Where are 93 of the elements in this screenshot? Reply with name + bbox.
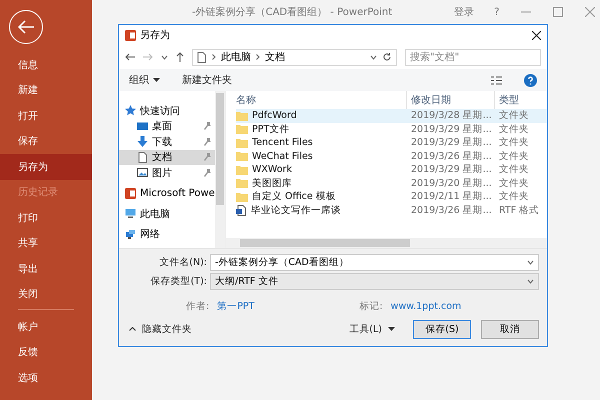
sidebar-item[interactable]: 打开 [0,103,92,128]
document-icon [236,204,247,216]
download-arrow-icon [137,136,148,148]
powerpoint-icon [125,188,136,199]
caret-up-icon [129,327,136,331]
sidebar-item[interactable]: 打印 [0,205,92,230]
dropdown-icon [370,54,377,60]
horizontal-scrollbar[interactable] [226,238,547,248]
chevron-icon [256,54,260,60]
back-arrow-icon[interactable] [125,53,135,61]
scrollbar[interactable] [215,91,225,248]
desktop-icon [137,120,148,132]
pin-icon[interactable] [204,122,211,130]
organize-button[interactable]: 组织 [129,73,160,87]
author-link[interactable]: 第一PPT [217,300,254,312]
sidebar-item[interactable]: 信息 [0,52,92,78]
sidebar-item[interactable]: 新建 [0,78,92,103]
field-label: 文件名(N): [158,256,207,269]
document-icon [196,52,207,62]
folder-icon [236,138,248,148]
sidebar-item[interactable]: 反馈 [0,340,92,365]
folder-icon [236,151,248,162]
file-row[interactable]: 美图图库 2019/3/20 星期... 文件夹 [236,176,547,190]
maximize-icon[interactable] [553,7,564,17]
view-options-icon[interactable] [491,76,502,84]
folder-icon [236,110,248,121]
network-icon [125,228,136,240]
field-label: 保存类型(T): [150,275,207,288]
nav-item[interactable]: Microsoft Powe [119,186,215,201]
nav-item[interactable]: 此电脑 [119,206,215,222]
refresh-icon[interactable] [382,52,392,62]
back-button[interactable] [9,10,43,44]
document-icon [137,152,148,163]
breadcrumb-item[interactable]: 文档 [265,50,285,64]
file-row[interactable]: 自定义 Office 模板 2019/2/11 星期... 文件夹 [236,190,547,204]
sidebar-item[interactable]: 选项 [0,365,92,390]
window-title: -外链案例分享（CAD看图组） - PowerPoint [192,6,392,19]
chevron-icon [212,54,216,60]
dropdown-icon [527,260,534,265]
nav-item[interactable]: 网络 [119,226,215,242]
file-row[interactable]: Tencent Files 2019/3/29 星期... 文件夹 [236,136,547,150]
file-row[interactable]: WXWork 2019/3/29 星期... 文件夹 [236,163,547,176]
file-row[interactable]: PdfcWord 2019/3/28 星期... 文件夹 [236,109,547,122]
pin-icon[interactable] [204,153,211,162]
up-arrow-icon[interactable] [176,52,184,62]
tools-button[interactable]: 工具(L) [349,322,395,336]
file-row[interactable]: PPT文件 2019/3/29 星期... 文件夹 [236,122,547,136]
help-button[interactable]: ? [494,6,500,18]
folder-icon [236,192,248,202]
close-icon[interactable] [532,30,541,40]
dialog-title: 另存为 [140,28,170,42]
caret-icon [153,78,160,82]
forward-arrow-icon[interactable] [143,53,153,61]
picture-icon [137,167,148,178]
dropdown-icon [161,54,168,60]
file-row[interactable]: 毕业论文写作一席谈 2019/3/26 星期... RTF 格式 [236,204,547,217]
pin-icon[interactable] [204,168,211,177]
caret-icon [388,327,395,331]
folder-icon [236,164,248,175]
field-label: 标记: [359,300,383,312]
save-button[interactable]: 保存(S) [413,320,471,338]
cancel-button[interactable]: 取消 [481,320,539,338]
nav-item[interactable]: 下载 [119,134,215,150]
back-arrow-icon [17,20,35,34]
sidebar-item[interactable]: 关闭 [0,282,92,307]
new-folder-button[interactable]: 新建文件夹 [182,73,232,87]
sign-in-link[interactable]: 登录 [454,5,474,19]
nav-item[interactable]: 快速访问 [119,103,215,118]
computer-icon [125,208,136,220]
sidebar-item[interactable]: 导出 [0,256,92,282]
help-icon[interactable] [524,74,537,86]
address-bar[interactable]: 此电脑 文档 [192,48,397,66]
pin-icon[interactable] [204,138,211,146]
star-icon [125,105,136,116]
sidebar-item[interactable]: 共享 [0,230,92,256]
sidebar-item[interactable]: 保存 [0,128,92,154]
sidebar-item[interactable]: 帐户 [0,314,92,340]
search-field[interactable]: 搜索"文档" [405,48,541,66]
file-type-dropdown[interactable]: 大纲/RTF 文件 [210,273,539,290]
breadcrumb-item[interactable]: 此电脑 [221,50,251,64]
nav-item[interactable]: 文档 [119,150,215,165]
dropdown-icon [527,279,534,284]
filename-field[interactable]: -外链案例分享（CAD看图组） [210,254,539,271]
nav-item[interactable]: 桌面 [119,118,215,134]
column-header[interactable]: 类型 [495,91,547,109]
hide-folders-button[interactable]: 隐藏文件夹 [129,322,192,336]
powerpoint-icon [125,30,136,40]
sidebar-item[interactable]: 另存为 [0,154,92,180]
file-row[interactable]: WeChat Files 2019/3/26 星期... 文件夹 [236,150,547,163]
field-label: 作者: [186,300,210,312]
nav-item[interactable]: 图片 [119,165,215,180]
folder-icon [236,178,248,188]
tags-link[interactable]: www.1ppt.com [390,300,462,312]
